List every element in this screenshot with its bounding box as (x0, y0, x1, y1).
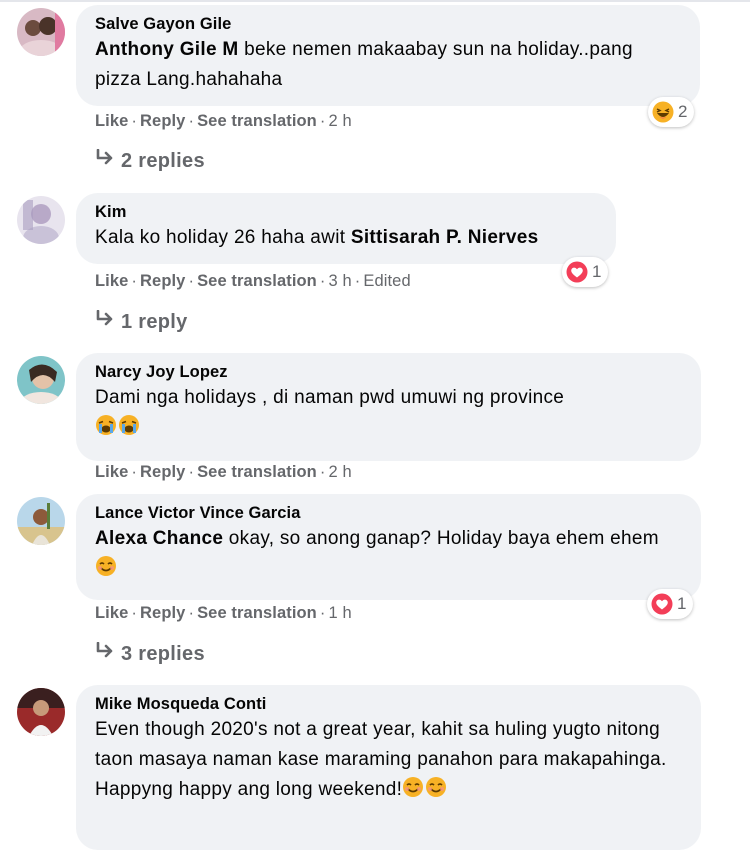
separator: · (131, 463, 138, 481)
comment-text: Alexa Chance okay, so anong ganap? Holid… (95, 524, 683, 584)
reply-button[interactable]: Reply (140, 463, 185, 481)
timestamp[interactable]: 3 h (328, 272, 351, 290)
comment-actions: Like · Reply · See translation · 2 h (95, 463, 352, 482)
separator: · (131, 272, 138, 290)
see-translation-button[interactable]: See translation (197, 463, 317, 481)
like-button[interactable]: Like (95, 272, 128, 290)
separator: · (188, 604, 195, 622)
like-button[interactable]: Like (95, 604, 128, 622)
like-button[interactable]: Like (95, 112, 128, 130)
reaction-count: 1 (677, 594, 687, 613)
comment-author[interactable]: Lance Victor Vince Garcia (95, 502, 683, 524)
reply-arrow-icon (95, 148, 121, 173)
reaction-summary[interactable]: 1 (647, 589, 694, 619)
comment-bubble: Lance Victor Vince Garcia Alexa Chance o… (76, 494, 701, 600)
view-replies-link[interactable]: 2 replies (95, 148, 205, 173)
comment-author[interactable]: Narcy Joy Lopez (95, 361, 683, 383)
reply-button[interactable]: Reply (140, 604, 185, 622)
avatar[interactable] (17, 196, 65, 244)
comment-body: Even though 2020's not a great year, kah… (95, 719, 667, 800)
separator: · (188, 463, 195, 481)
comment-bubble: Narcy Joy Lopez Dami nga holidays , di n… (76, 353, 701, 461)
see-translation-button[interactable]: See translation (197, 604, 317, 622)
separator: · (319, 463, 326, 481)
smiling-face-emoji (426, 777, 447, 797)
mention-link[interactable]: Sittisarah P. Nierves (351, 227, 539, 248)
avatar[interactable] (17, 356, 65, 404)
reaction-summary[interactable]: 2 (648, 97, 695, 127)
comment-text: Dami nga holidays , di naman pwd umuwi n… (95, 383, 683, 443)
separator: · (131, 112, 138, 130)
reply-button[interactable]: Reply (140, 112, 185, 130)
reaction-count: 2 (678, 102, 688, 121)
comment-body: okay, so anong ganap? Holiday baya ehem … (223, 528, 659, 549)
comment-body: Kala ko holiday 26 haha awit (95, 227, 351, 248)
mention-link[interactable]: Alexa Chance (95, 528, 223, 549)
timestamp[interactable]: 2 h (328, 463, 351, 481)
separator: · (188, 112, 195, 130)
comment-text: Anthony Gile M beke nemen makaabay sun n… (95, 35, 682, 95)
top-divider (0, 0, 750, 2)
avatar[interactable] (17, 688, 65, 736)
separator: · (319, 272, 326, 290)
comment-body: Dami nga holidays , di naman pwd umuwi n… (95, 387, 565, 408)
haha-reaction-icon (652, 101, 674, 123)
comment-actions: Like · Reply · See translation · 1 h (95, 604, 352, 623)
timestamp[interactable]: 1 h (328, 604, 351, 622)
separator: · (319, 604, 326, 622)
crying-face-emoji (119, 415, 139, 435)
reaction-summary[interactable]: 1 (562, 257, 609, 287)
heart-reaction-icon (651, 593, 673, 615)
see-translation-button[interactable]: See translation (197, 112, 317, 130)
avatar[interactable] (17, 497, 65, 545)
like-button[interactable]: Like (95, 463, 128, 481)
replies-count: 2 replies (121, 150, 205, 172)
comment-bubble: Kim Kala ko holiday 26 haha awit Sittisa… (76, 193, 616, 264)
separator: · (354, 272, 361, 290)
reply-arrow-icon (95, 641, 121, 666)
see-translation-button[interactable]: See translation (197, 272, 317, 290)
avatar[interactable] (17, 8, 65, 56)
view-replies-link[interactable]: 1 reply (95, 309, 188, 334)
reaction-count: 1 (592, 262, 602, 281)
smiling-face-emoji (96, 556, 116, 576)
crying-face-emoji (96, 415, 116, 435)
comment-bubble: Salve Gayon Gile Anthony Gile M beke nem… (76, 5, 700, 106)
comment-actions: Like · Reply · See translation · 2 h (95, 112, 352, 131)
separator: · (319, 112, 326, 130)
edited-label[interactable]: Edited (363, 272, 410, 290)
comment-author[interactable]: Kim (95, 201, 598, 223)
comment-actions: Like · Reply · See translation · 3 h · Edited (95, 272, 411, 291)
comment-author[interactable]: Salve Gayon Gile (95, 13, 682, 35)
separator: · (131, 604, 138, 622)
replies-count: 3 replies (121, 643, 205, 665)
comment-text: Even though 2020's not a great year, kah… (95, 715, 683, 805)
replies-count: 1 reply (121, 311, 188, 333)
smiling-face-emoji (403, 777, 424, 797)
comment-text: Kala ko holiday 26 haha awit Sittisarah … (95, 223, 598, 253)
timestamp[interactable]: 2 h (328, 112, 351, 130)
separator: · (188, 272, 195, 290)
mention-link[interactable]: Anthony Gile M (95, 39, 239, 60)
comment-author[interactable]: Mike Mosqueda Conti (95, 693, 683, 715)
heart-reaction-icon (566, 261, 588, 283)
view-replies-link[interactable]: 3 replies (95, 641, 205, 666)
reply-button[interactable]: Reply (140, 272, 185, 290)
comment-bubble: Mike Mosqueda Conti Even though 2020's n… (76, 685, 701, 850)
reply-arrow-icon (95, 309, 121, 334)
